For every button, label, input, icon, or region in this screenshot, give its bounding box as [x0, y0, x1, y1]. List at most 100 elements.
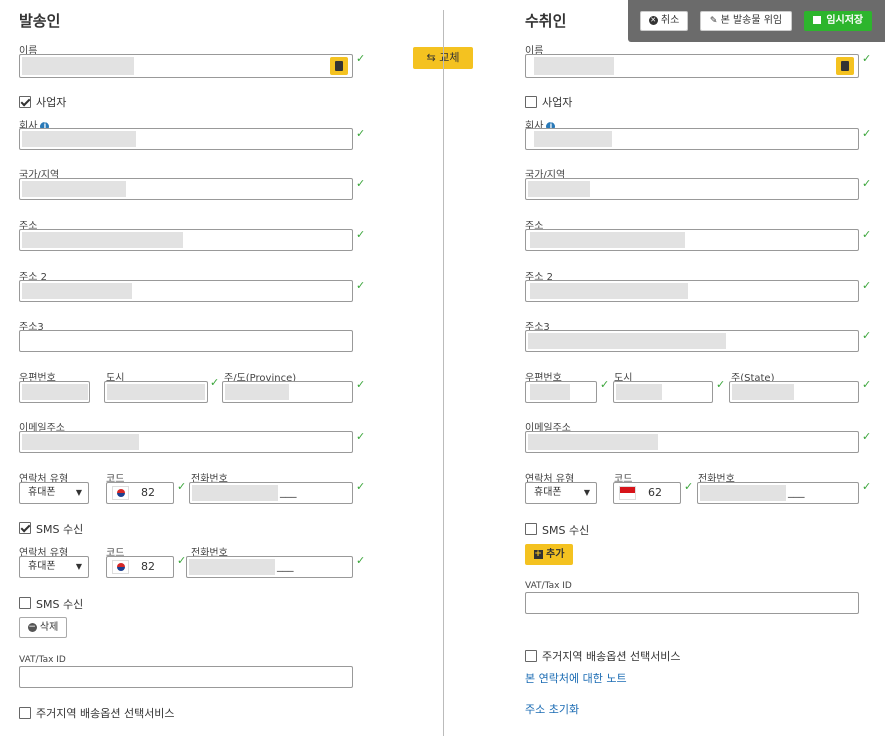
- recipient-residential-checkbox[interactable]: [525, 650, 537, 662]
- sender-business-checkbox[interactable]: [19, 96, 31, 108]
- recipient-code-check-icon: ✓: [684, 480, 694, 493]
- recipient-contact-book-icon[interactable]: [836, 57, 854, 75]
- recipient-phone-check-icon: ✓: [862, 480, 872, 493]
- recipient-email-check-icon: ✓: [862, 430, 872, 443]
- sender-contact2-type-select[interactable]: 휴대폰 ▼: [19, 556, 89, 578]
- sender-postal-input[interactable]: [19, 381, 90, 403]
- recipient-company-input[interactable]: [525, 128, 859, 150]
- sender-company-input[interactable]: [19, 128, 353, 150]
- recipient-sms-checkbox[interactable]: [525, 523, 537, 535]
- recipient-state-check-icon: ✓: [862, 378, 872, 391]
- delete-label: 삭제: [39, 622, 59, 633]
- recipient-address2-input[interactable]: [525, 280, 859, 302]
- recipient-postal-check-icon: ✓: [600, 378, 610, 391]
- recipient-company-check-icon: ✓: [862, 127, 872, 140]
- sender-address-check-icon: ✓: [356, 228, 366, 241]
- sender-code-check-icon: ✓: [177, 480, 187, 493]
- sender-email-input[interactable]: [19, 431, 353, 453]
- reset-address-link[interactable]: 주소 초기화: [525, 701, 579, 717]
- sender-address3-input[interactable]: [19, 330, 353, 352]
- edit-icon: ✎: [709, 16, 718, 26]
- minus-circle-icon: −: [27, 621, 37, 632]
- recipient-business-label: 사업자: [542, 96, 573, 109]
- indonesia-flag-icon: [619, 486, 636, 500]
- delegate-shipment-button[interactable]: ✎ 본 발송물 위임: [700, 11, 792, 31]
- sender-address2-input[interactable]: [19, 280, 353, 302]
- recipient-name-input[interactable]: [525, 54, 859, 78]
- close-circle-icon: ✕: [648, 15, 658, 25]
- dropdown-arrow-icon: ▼: [583, 488, 590, 497]
- recipient-vat-input[interactable]: [525, 592, 859, 614]
- sender-residential-checkbox[interactable]: [19, 707, 31, 719]
- save-draft-button[interactable]: 임시저장: [804, 11, 872, 31]
- recipient-heading: 수취인: [525, 12, 567, 30]
- sender-city-input[interactable]: [104, 381, 208, 403]
- delegate-label: 본 발송물 위임: [720, 15, 783, 26]
- sender-country-code-select[interactable]: 82: [106, 482, 174, 504]
- sender-sms1-checkbox[interactable]: [19, 522, 31, 534]
- sender-province-input[interactable]: [222, 381, 353, 403]
- sender-contact-book-icon[interactable]: [330, 57, 348, 75]
- sender-email-check-icon: ✓: [356, 430, 366, 443]
- recipient-business-checkbox[interactable]: [525, 96, 537, 108]
- recipient-contact-type-select[interactable]: 휴대폰 ▼: [525, 482, 597, 504]
- column-divider: [443, 10, 444, 736]
- sender-contact-type-select[interactable]: 휴대폰 ▼: [19, 482, 89, 504]
- sender-name-check-icon: ✓: [356, 52, 366, 65]
- dropdown-arrow-icon: ▼: [75, 488, 82, 497]
- sender-heading: 발송인: [19, 12, 61, 30]
- sender-province-check-icon: ✓: [356, 378, 366, 391]
- recipient-phone-input[interactable]: ___: [697, 482, 859, 504]
- recipient-postal-input[interactable]: [525, 381, 597, 403]
- contact-note-link[interactable]: 본 연락처에 대한 노트: [525, 670, 627, 686]
- recipient-country-select[interactable]: [525, 178, 859, 200]
- sender-company-check-icon: ✓: [356, 127, 366, 140]
- sender-phone-check-icon: ✓: [356, 480, 366, 493]
- sender-address2-check-icon: ✓: [356, 279, 366, 292]
- recipient-country-code-select[interactable]: 62: [613, 482, 681, 504]
- cancel-label: 취소: [660, 15, 680, 26]
- sender-phone2-check-icon: ✓: [356, 554, 366, 567]
- korea-flag-icon: [112, 486, 129, 500]
- recipient-address3-check-icon: ✓: [862, 329, 872, 342]
- sender-city-check-icon: ✓: [210, 376, 220, 389]
- recipient-state-input[interactable]: [729, 381, 859, 403]
- dropdown-arrow-icon: ▼: [75, 562, 82, 571]
- sender-address-input[interactable]: [19, 229, 353, 251]
- recipient-address-check-icon: ✓: [862, 228, 872, 241]
- recipient-address3-input[interactable]: [525, 330, 859, 352]
- recipient-sms-label: SMS 수신: [542, 524, 590, 537]
- add-label: 추가: [546, 549, 565, 560]
- sender-business-label: 사업자: [36, 96, 67, 109]
- recipient-country-check-icon: ✓: [862, 177, 872, 190]
- plus-icon: +: [533, 548, 543, 559]
- sender-delete-contact-button[interactable]: − 삭제: [19, 617, 67, 638]
- recipient-address-input[interactable]: [525, 229, 859, 251]
- save-label: 임시저장: [826, 15, 864, 26]
- recipient-add-contact-button[interactable]: + 추가: [525, 544, 573, 565]
- cancel-button[interactable]: ✕ 취소: [640, 11, 688, 31]
- sender-vat-input[interactable]: [19, 666, 353, 688]
- sender-code2-check-icon: ✓: [177, 554, 187, 567]
- sender-vat-label: VAT/Tax ID: [19, 655, 66, 665]
- swap-arrows-icon: ⇆: [426, 51, 436, 64]
- sender-name-input[interactable]: [19, 54, 353, 78]
- recipient-city-input[interactable]: [613, 381, 713, 403]
- recipient-address2-check-icon: ✓: [862, 279, 872, 292]
- recipient-residential-label: 주거지역 배송옵션 선택서비스: [542, 650, 681, 663]
- sender-sms2-label: SMS 수신: [36, 598, 84, 611]
- recipient-vat-label: VAT/Tax ID: [525, 581, 572, 591]
- korea-flag-icon: [112, 560, 129, 574]
- recipient-city-check-icon: ✓: [716, 378, 726, 391]
- sender-sms2-checkbox[interactable]: [19, 597, 31, 609]
- sender-country-select[interactable]: [19, 178, 353, 200]
- sender-residential-label: 주거지역 배송옵션 선택서비스: [36, 707, 175, 720]
- sender-country-code2-select[interactable]: 82: [106, 556, 174, 578]
- sender-phone-input[interactable]: ___: [189, 482, 353, 504]
- recipient-email-input[interactable]: [525, 431, 859, 453]
- recipient-name-check-icon: ✓: [862, 52, 872, 65]
- sender-country-check-icon: ✓: [356, 177, 366, 190]
- sender-phone2-input[interactable]: ___: [186, 556, 353, 578]
- floppy-icon: [812, 16, 821, 24]
- sender-sms1-label: SMS 수신: [36, 523, 84, 536]
